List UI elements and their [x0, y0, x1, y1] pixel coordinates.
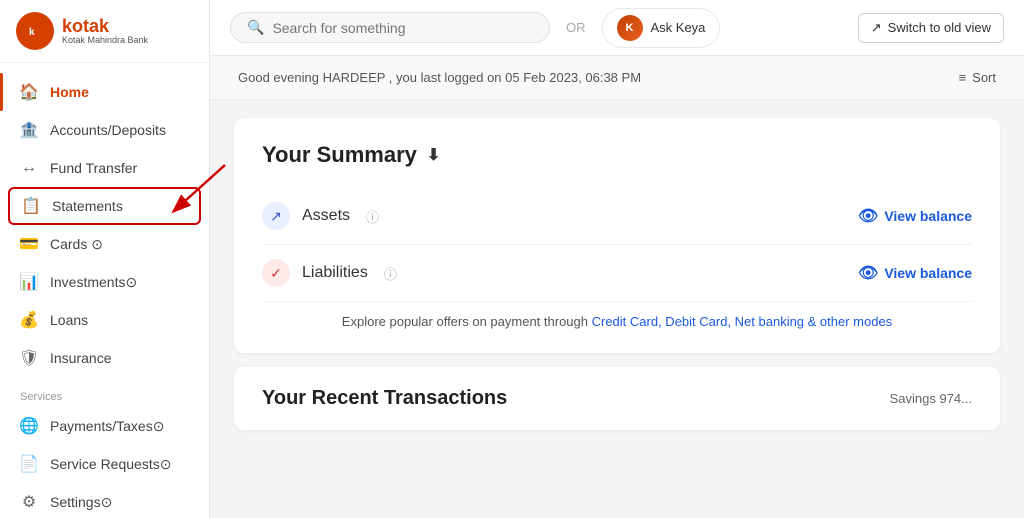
sidebar-item-label: Home — [50, 84, 89, 100]
sidebar-item-loans[interactable]: 💰 Loans — [0, 301, 209, 339]
logo-subtitle: Kotak Mahindra Bank — [62, 35, 148, 45]
keya-avatar: K — [617, 15, 643, 41]
loans-icon: 💰 — [20, 311, 38, 329]
settings-icon: ⚙ — [20, 493, 38, 511]
sidebar-item-home[interactable]: 🏠 Home — [0, 73, 209, 111]
sidebar-item-fund-transfer[interactable]: ↔ Fund Transfer — [0, 149, 209, 187]
logo-icon: k — [16, 12, 54, 50]
sidebar-item-label: Cards ⊙ — [50, 236, 103, 253]
sidebar-nav: 🏠 Home 🏦 Accounts/Deposits ↔ Fund Transf… — [0, 63, 209, 518]
liabilities-icon: ✓ — [262, 259, 290, 287]
insurance-icon: 🛡 — [20, 349, 38, 367]
view-balance-label-2: View balance — [884, 265, 972, 281]
view-balance-label: View balance — [884, 208, 972, 224]
statements-icon: 📋 — [22, 197, 40, 215]
investments-icon: 📊 — [20, 273, 38, 291]
logo-area: k kotak Kotak Mahindra Bank — [0, 0, 209, 63]
sidebar-item-cards[interactable]: 💳 Cards ⊙ — [0, 225, 209, 263]
sidebar-item-investments[interactable]: 📊 Investments⊙ — [0, 263, 209, 301]
sidebar-item-label: Accounts/Deposits — [50, 122, 166, 138]
offers-bar: Explore popular offers on payment throug… — [262, 302, 972, 335]
sidebar-item-payments[interactable]: 🌐 Payments/Taxes⊙ — [0, 407, 209, 445]
sort-button[interactable]: ≡ Sort — [959, 70, 996, 85]
offer-links[interactable]: Credit Card, Debit Card, Net banking & o… — [592, 314, 893, 329]
search-bar[interactable]: 🔍 — [230, 12, 550, 43]
service-requests-icon: 📄 — [20, 455, 38, 473]
transactions-title: Your Recent Transactions — [262, 387, 507, 410]
assets-label: Assets — [302, 207, 350, 225]
sidebar-item-service-requests[interactable]: 📄 Service Requests⊙ — [0, 445, 209, 483]
search-icon: 🔍 — [247, 19, 264, 36]
savings-label: Savings 974... — [890, 391, 972, 406]
liabilities-row: ✓ Liabilities ⓘ 👁 View balance — [262, 245, 972, 302]
ask-keya-label: Ask Keya — [651, 20, 706, 35]
sidebar-item-statements[interactable]: 📋 Statements — [8, 187, 201, 225]
main-content: 🔍 OR K Ask Keya ↗ Switch to old view Goo… — [210, 0, 1024, 518]
fund-transfer-icon: ↔ — [20, 159, 38, 177]
assets-icon: ↗ — [262, 202, 290, 230]
content-area: Good evening HARDEEP , you last logged o… — [210, 56, 1024, 518]
liabilities-label-group: ✓ Liabilities ⓘ — [262, 259, 397, 287]
summary-card: Your Summary ⬇ ↗ Assets ⓘ 👁 View balance… — [234, 118, 1000, 353]
transactions-card: Your Recent Transactions Savings 974... — [234, 367, 1000, 430]
logo-text: kotak Kotak Mahindra Bank — [62, 17, 148, 45]
assets-row: ↗ Assets ⓘ 👁 View balance — [262, 188, 972, 245]
sort-icon: ≡ — [959, 70, 967, 85]
or-label: OR — [566, 20, 586, 35]
sidebar-item-settings[interactable]: ⚙ Settings⊙ — [0, 483, 209, 518]
svg-text:k: k — [29, 27, 35, 38]
sidebar-item-label: Settings⊙ — [50, 494, 112, 511]
greeting-bar: Good evening HARDEEP , you last logged o… — [210, 56, 1024, 100]
sidebar-item-label: Insurance — [50, 350, 111, 366]
liabilities-info-icon[interactable]: ⓘ — [384, 264, 397, 283]
liabilities-view-balance-button[interactable]: 👁 View balance — [858, 263, 972, 283]
sidebar-item-accounts[interactable]: 🏦 Accounts/Deposits — [0, 111, 209, 149]
sidebar-item-label: Payments/Taxes⊙ — [50, 418, 164, 435]
ask-keya-button[interactable]: K Ask Keya — [602, 8, 721, 48]
eye-icon: 👁 — [858, 206, 878, 226]
summary-title-row: Your Summary ⬇ — [262, 142, 972, 168]
sort-label: Sort — [972, 70, 996, 85]
sidebar-item-label: Loans — [50, 312, 88, 328]
services-section-label: Services — [0, 377, 209, 407]
liabilities-label: Liabilities — [302, 264, 368, 282]
cards-icon: 💳 — [20, 235, 38, 253]
eye-icon-2: 👁 — [858, 263, 878, 283]
sidebar-item-label: Investments⊙ — [50, 274, 137, 291]
logo-brand: kotak — [62, 17, 148, 35]
header: 🔍 OR K Ask Keya ↗ Switch to old view — [210, 0, 1024, 56]
home-icon: 🏠 — [20, 83, 38, 101]
download-icon[interactable]: ⬇ — [427, 145, 440, 165]
greeting-text: Good evening HARDEEP , you last logged o… — [238, 70, 641, 85]
sidebar-item-insurance[interactable]: 🛡 Insurance — [0, 339, 209, 377]
search-input[interactable] — [272, 20, 533, 36]
sidebar-item-label: Service Requests⊙ — [50, 456, 171, 473]
payments-icon: 🌐 — [20, 417, 38, 435]
assets-view-balance-button[interactable]: 👁 View balance — [858, 206, 972, 226]
switch-icon: ↗ — [871, 20, 882, 36]
offers-text: Explore popular offers on payment throug… — [342, 314, 592, 329]
sidebar-item-label: Fund Transfer — [50, 160, 137, 176]
summary-title-text: Your Summary — [262, 142, 417, 168]
assets-label-group: ↗ Assets ⓘ — [262, 202, 379, 230]
switch-old-view-button[interactable]: ↗ Switch to old view — [858, 13, 1004, 43]
switch-old-label: Switch to old view — [888, 20, 991, 35]
sidebar-item-label: Statements — [52, 198, 123, 214]
sidebar: k kotak Kotak Mahindra Bank 🏠 Home 🏦 Acc… — [0, 0, 210, 518]
accounts-icon: 🏦 — [20, 121, 38, 139]
assets-info-icon[interactable]: ⓘ — [366, 207, 379, 226]
